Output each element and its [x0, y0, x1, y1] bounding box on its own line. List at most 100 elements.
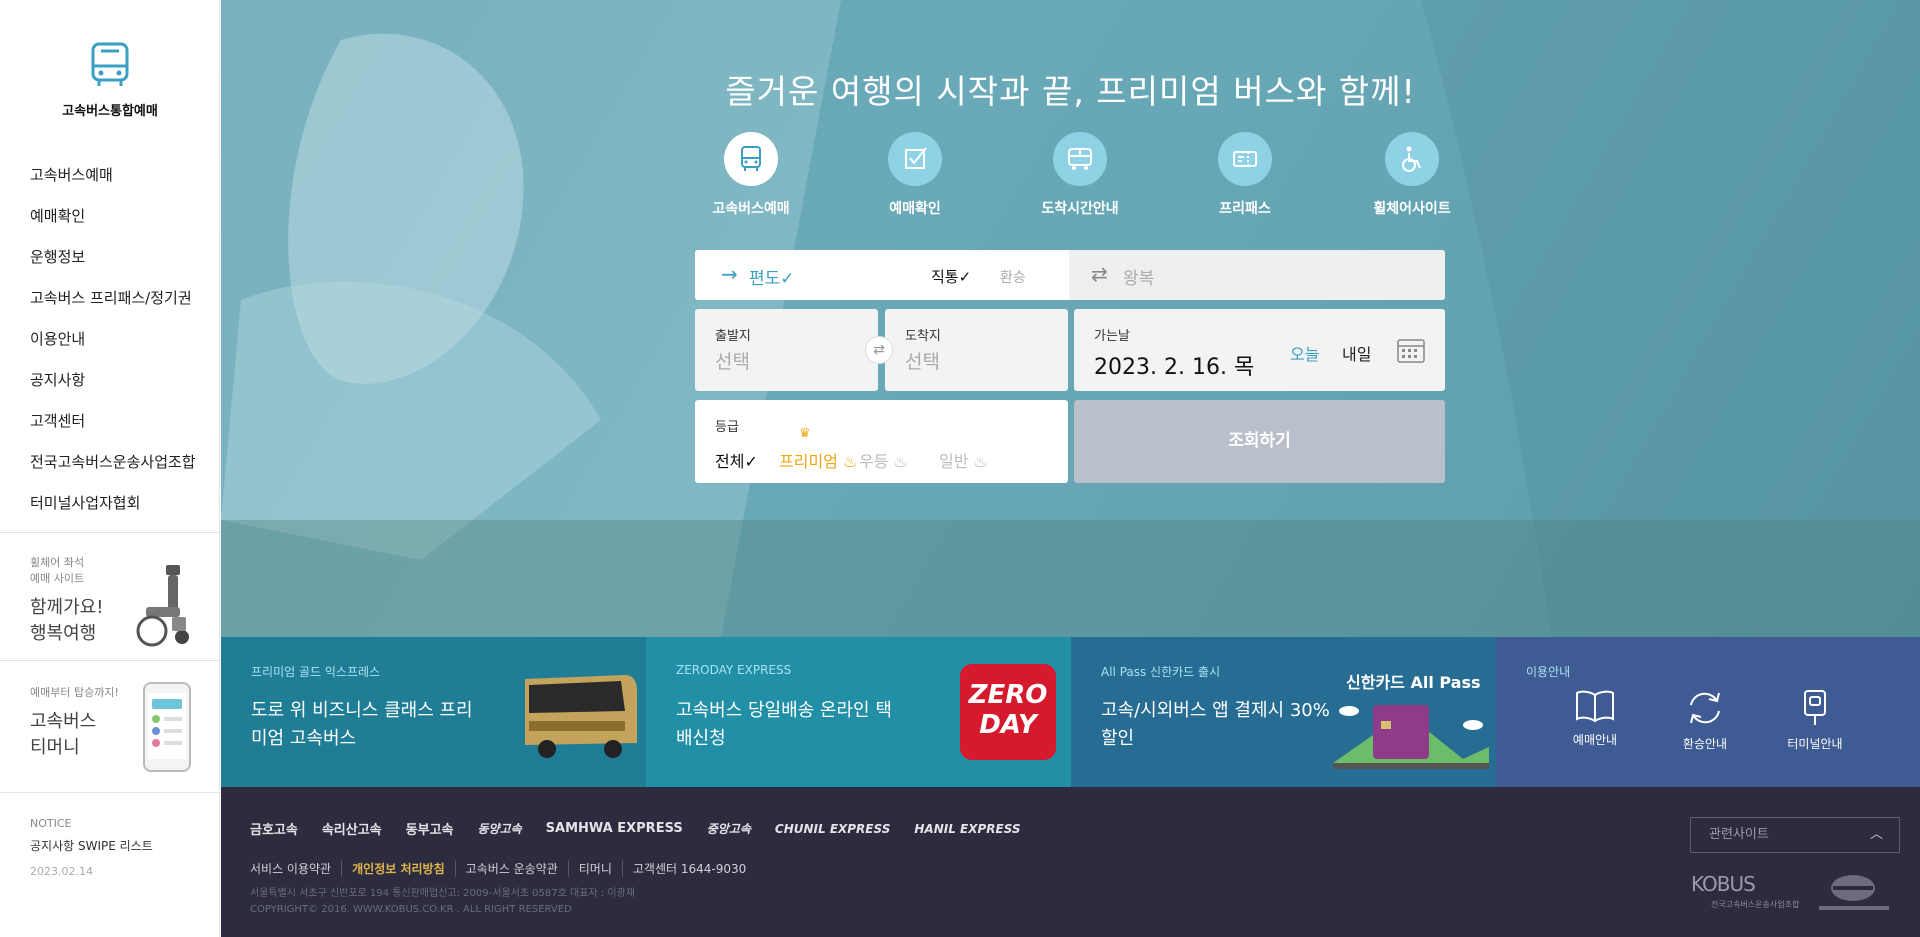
nav-item-operation-info[interactable]: 운행정보 [30, 242, 196, 283]
grade-selector: 등급 ♛ 전체✓ 프리미엄 ♨ 우등 ♨ 일반 ♨ [695, 400, 1068, 483]
search-button[interactable]: 조회하기 [1074, 400, 1445, 483]
nav-item-express-booking[interactable]: 고속버스예매 [30, 160, 196, 201]
quick-booking-check[interactable]: 예매확인 [855, 132, 975, 218]
tab-oneway[interactable]: → 편도✓ 직통✓ 환승 [695, 250, 1069, 300]
brand-chunil[interactable]: CHUNIL EXPRESS [775, 822, 890, 836]
promo-small-text: 프리미엄 골드 익스프레스 [251, 665, 381, 679]
departure-field[interactable]: 출발지 선택 [695, 309, 878, 391]
zeroday-logo: ZERO DAY [960, 664, 1056, 760]
seat-icon: ♨ [893, 452, 908, 471]
usage-guide-panel: 이용안내 예매안내 환승안내 터미널안내 [1496, 637, 1920, 787]
grade-first-option[interactable]: 우등 ♨ [859, 448, 908, 472]
promo-premium-gold[interactable]: 프리미엄 골드 익스프레스 도로 위 비즈니스 클래스 프리미엄 고속버스 [221, 637, 646, 787]
bus-stop-icon [1804, 690, 1826, 725]
quick-freepass[interactable]: 프리패스 [1185, 132, 1305, 218]
brand-dongbu[interactable]: 동부고속 [406, 819, 454, 838]
kobus-logo-subtitle: 전국고속버스운송사업조합 [1711, 900, 1800, 909]
quick-express-booking[interactable]: 고속버스예매 [691, 132, 811, 218]
credit-card-icon [1333, 705, 1489, 769]
book-icon [1576, 690, 1614, 723]
ticket-icon [1233, 151, 1257, 167]
check-icon [905, 147, 927, 169]
site-logo[interactable]: 고속버스통합예매 [0, 40, 220, 119]
grade-normal-label: 일반 [939, 452, 969, 471]
guide-booking[interactable]: 예매안내 [1550, 689, 1640, 748]
arrow-right-icon: → [721, 262, 738, 286]
grade-first-label: 우등 [859, 452, 889, 471]
nav-item-notice[interactable]: 공지사항 [30, 365, 196, 406]
promo-zeroday[interactable]: ZERODAY EXPRESS 고속버스 당일배송 온라인 택배신청 ZERO … [646, 637, 1071, 787]
bus-icon [741, 146, 761, 171]
terminal-association-logo [1819, 875, 1889, 910]
brand-songnisan[interactable]: 속리산고속 [322, 819, 382, 838]
guide-terminal[interactable]: 터미널안내 [1770, 689, 1860, 752]
swap-arrows-icon: ⇄ [1091, 262, 1108, 286]
link-customer-center[interactable]: 고객센터 1644-9030 [623, 860, 756, 877]
wheelchair-small-1: 휠체어 좌석 [30, 556, 85, 569]
brand-hanil[interactable]: HANIL EXPRESS [914, 822, 1020, 836]
tmoney-banner[interactable]: 예매부터 탑승까지! 고속버스 티머니 [0, 660, 220, 792]
quick-label: 고속버스예매 [712, 201, 790, 217]
bus-arrival-icon [1068, 148, 1092, 170]
guide-label: 터미널안내 [1787, 737, 1843, 751]
brand-kumho[interactable]: 금호고속 [250, 819, 298, 838]
grade-premium-option[interactable]: 프리미엄 ♨ [779, 448, 857, 472]
seat-icon: ♨ [842, 452, 858, 471]
arrival-field[interactable]: 도착지 선택 [885, 309, 1068, 391]
quick-wheelchair-site[interactable]: 휠체어사이트 [1352, 132, 1472, 218]
notice-box[interactable]: NOTICE 공지사항 SWIPE 리스트 2023.02.14 [0, 792, 220, 937]
crown-icon: ♛ [799, 426, 811, 441]
wheelchair-icon [1402, 146, 1421, 172]
transfer-option[interactable]: 환승 [1000, 267, 1026, 287]
link-privacy[interactable]: 개인정보 처리방침 [342, 860, 456, 877]
nav-item-customer-center[interactable]: 고객센터 [30, 406, 196, 447]
link-terms[interactable]: 서비스 이용약관 [250, 860, 343, 877]
date-label: 가는날 [1094, 329, 1130, 344]
calendar-icon[interactable] [1396, 337, 1426, 365]
quick-label: 도착시간안내 [1041, 201, 1119, 217]
main-nav: 고속버스예매 예매확인 운행정보 고속버스 프리패스/정기권 이용안내 공지사항… [30, 160, 196, 529]
nav-item-union[interactable]: 전국고속버스운송사업조합 [30, 447, 196, 488]
brand-dongyang[interactable]: 동양고속 [478, 820, 522, 837]
grade-all-option[interactable]: 전체✓ [715, 448, 758, 472]
date-value: 2023. 2. 16. 목 [1094, 355, 1255, 380]
related-sites-select[interactable]: 관련사이트 ︿ [1690, 817, 1900, 853]
related-sites-label: 관련사이트 [1709, 827, 1769, 842]
notice-title[interactable]: 공지사항 SWIPE 리스트 [30, 837, 153, 854]
promo-big-text: 고속버스 당일배송 온라인 택배신청 [676, 700, 892, 749]
notice-date: 2023.02.14 [30, 865, 93, 878]
nav-item-freepass[interactable]: 고속버스 프리패스/정기권 [30, 283, 196, 324]
grade-label: 등급 [715, 420, 739, 435]
phone-app-icon [143, 682, 191, 772]
wheelchair-big-1: 함께가요! [30, 597, 104, 618]
grade-normal-option[interactable]: 일반 ♨ [939, 448, 988, 472]
promo-big-text: 고속/시외버스 앱 결제시 30% 할인 [1101, 700, 1330, 749]
hero-section: 즐거운 여행의 시작과 끝, 프리미엄 버스와 함께! 고속버스예매 예매확인 … [221, 0, 1920, 637]
link-tmoney[interactable]: 티머니 [569, 860, 623, 877]
quick-arrival-time[interactable]: 도착시간안내 [1020, 132, 1140, 218]
direct-option[interactable]: 직통✓ [931, 266, 971, 287]
usage-guide-title: 이용안내 [1526, 665, 1571, 679]
promo-shinhan-card[interactable]: All Pass 신한카드 출시 고속/시외버스 앱 결제시 30% 할인 신한… [1071, 637, 1496, 787]
brand-samhwa[interactable]: SAMHWA EXPRESS [546, 821, 683, 836]
tab-roundtrip[interactable]: ⇄ 왕복 [1069, 250, 1445, 300]
date-field[interactable]: 가는날 2023. 2. 16. 목 오늘 내일 [1074, 309, 1445, 391]
roundtrip-label: 왕복 [1123, 269, 1155, 289]
tomorrow-button[interactable]: 내일 [1342, 341, 1371, 365]
tmoney-small: 예매부터 탑승까지! [30, 686, 119, 699]
today-button[interactable]: 오늘 [1290, 341, 1319, 365]
grade-premium-label: 프리미엄 [779, 452, 838, 471]
link-transport-terms[interactable]: 고속버스 운송약관 [456, 860, 569, 877]
nav-item-terminal-assoc[interactable]: 터미널사업자협회 [30, 488, 196, 529]
swap-button[interactable]: ⇄ [865, 336, 893, 364]
footer-copyright: COPYRIGHT© 2016. WWW.KOBUS.CO.KR . ALL R… [250, 904, 572, 915]
wheelchair-site-banner[interactable]: 휠체어 좌석 예매 사이트 함께가요! 행복여행 [0, 532, 220, 660]
nav-item-booking-check[interactable]: 예매확인 [30, 201, 196, 242]
nav-item-usage-guide[interactable]: 이용안내 [30, 324, 196, 365]
footer: 금호고속 속리산고속 동부고속 동양고속 SAMHWA EXPRESS 중앙고속… [221, 787, 1920, 937]
oneway-label: 편도✓ [749, 269, 795, 289]
wheelchair-small-2: 예매 사이트 [30, 572, 85, 585]
guide-transfer[interactable]: 환승안내 [1660, 689, 1750, 752]
quick-label: 프리패스 [1219, 201, 1271, 217]
brand-joongang[interactable]: 중앙고속 [707, 820, 751, 837]
